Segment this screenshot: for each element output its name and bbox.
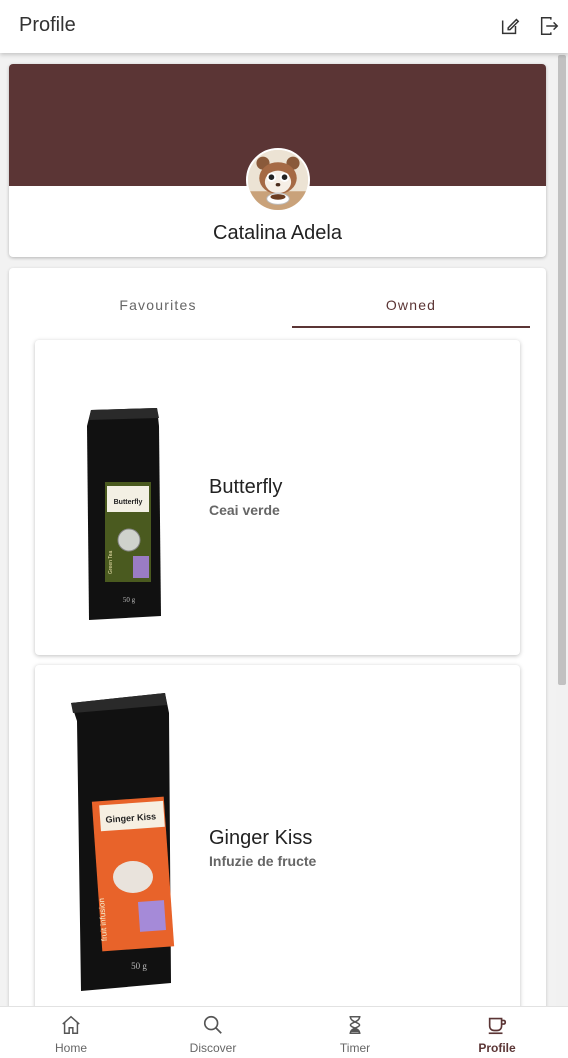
logout-icon[interactable] xyxy=(538,15,560,37)
tea-name: Butterfly xyxy=(209,476,283,498)
nav-home[interactable]: Home xyxy=(0,1007,142,1058)
teas-panel: Favourites Owned Butterfly Green Tea 50 … xyxy=(9,268,546,1028)
tea-type: Infuzie de fructe xyxy=(209,853,317,869)
page-title: Profile xyxy=(19,14,76,36)
tea-side-text: Green Tea xyxy=(108,551,114,574)
tea-card[interactable]: Butterfly Green Tea 50 g Butterfly Ceai … xyxy=(35,340,520,655)
tea-weight: 50 g xyxy=(131,961,147,971)
avatar[interactable] xyxy=(246,148,310,212)
nav-timer[interactable]: Timer xyxy=(284,1007,426,1058)
app-bar: Profile xyxy=(0,0,568,53)
nav-timer-label: Timer xyxy=(339,1041,371,1055)
tea-weight: 50 g xyxy=(123,596,136,604)
profile-name: Catalina Adela xyxy=(213,222,342,244)
nav-discover[interactable]: Discover xyxy=(142,1007,284,1058)
tab-favourites[interactable]: Favourites xyxy=(39,268,277,328)
nav-profile-label: Profile xyxy=(478,1041,516,1055)
edit-icon[interactable] xyxy=(499,15,521,37)
bottom-nav: Home Discover Timer Profile xyxy=(0,1006,568,1058)
tea-card[interactable]: Ginger Kiss fruit infusion 50 g Ginger K… xyxy=(35,665,520,1028)
tea-label-title: Butterfly xyxy=(114,499,143,506)
home-icon xyxy=(60,1014,82,1036)
scrollbar[interactable] xyxy=(556,53,568,1006)
tea-package-image: Ginger Kiss fruit infusion 50 g xyxy=(67,691,175,993)
tea-name: Ginger Kiss xyxy=(209,827,313,849)
nav-discover-label: Discover xyxy=(189,1041,237,1055)
search-icon xyxy=(202,1014,224,1036)
tab-owned[interactable]: Owned xyxy=(292,268,530,328)
nav-home-label: Home xyxy=(54,1041,87,1055)
tea-cup-icon xyxy=(486,1014,508,1036)
hourglass-icon xyxy=(344,1014,366,1036)
tea-type: Ceai verde xyxy=(209,502,280,518)
profile-card: Catalina Adela xyxy=(9,64,546,257)
scrollbar-thumb[interactable] xyxy=(558,55,566,685)
tea-package-image: Butterfly Green Tea 50 g xyxy=(83,406,165,624)
nav-profile[interactable]: Profile xyxy=(426,1007,568,1058)
